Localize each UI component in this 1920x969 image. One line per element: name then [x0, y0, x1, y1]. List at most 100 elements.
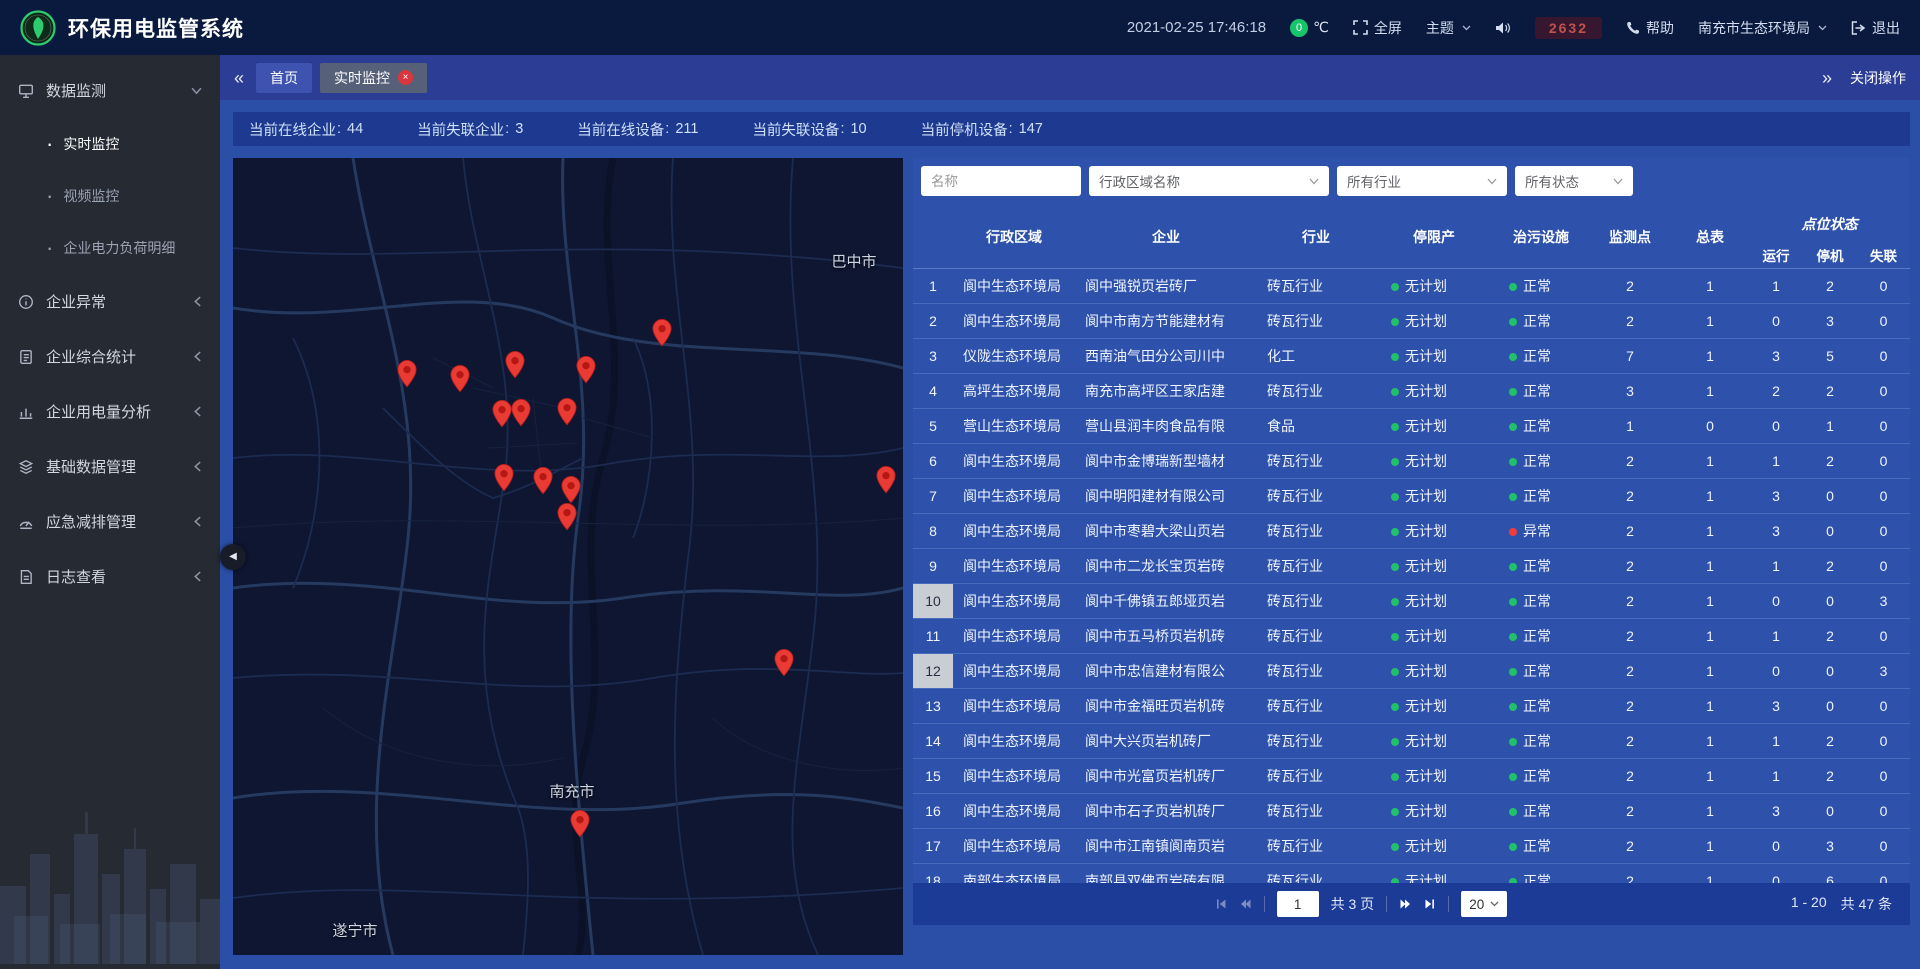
analysis-icon [18, 404, 34, 420]
table-row[interactable]: 13 阆中生态环境局 阆中市金福旺页岩机砖 砖瓦行业 无计划 正常 2 1 3 … [913, 688, 1910, 723]
region-filter-select[interactable]: 行政区域名称 [1089, 166, 1329, 196]
tab-close-icon[interactable]: × [398, 70, 413, 85]
sidebar-group-3[interactable]: 企业用电量分析 [0, 384, 220, 439]
cell-lost: 0 [1857, 548, 1910, 583]
industry-filter-select[interactable]: 所有行业 [1337, 166, 1507, 196]
page-size-select[interactable]: 20 [1461, 891, 1507, 917]
help-button[interactable]: 帮助 [1626, 18, 1674, 38]
map-pin-icon[interactable] [557, 398, 578, 426]
col-industry: 行业 [1257, 206, 1375, 268]
cell-facility: 正常 [1493, 758, 1589, 793]
limit-text: 无计划 [1405, 488, 1447, 504]
cell-lost: 0 [1857, 618, 1910, 653]
cell-index: 12 [913, 653, 953, 688]
cell-index: 5 [913, 408, 953, 443]
map-pin-icon[interactable] [570, 810, 591, 838]
map-pin-icon[interactable] [397, 360, 418, 388]
cell-industry: 砖瓦行业 [1257, 478, 1375, 513]
status-filter-select[interactable]: 所有状态 [1515, 166, 1633, 196]
last-page-button[interactable] [1424, 898, 1436, 910]
status-dot-icon [1391, 493, 1399, 501]
announcement-icon[interactable] [1495, 21, 1511, 35]
table-row[interactable]: 6 阆中生态环境局 阆中市金博瑞新型墙材 砖瓦行业 无计划 正常 2 1 1 2… [913, 443, 1910, 478]
tab-1[interactable]: 实时监控 × [320, 63, 427, 93]
cell-run: 1 [1749, 618, 1803, 653]
table-row[interactable]: 10 阆中生态环境局 阆中千佛镇五郎垭页岩 砖瓦行业 无计划 正常 2 1 0 … [913, 583, 1910, 618]
col-stop: 停机 [1803, 242, 1857, 268]
table-row[interactable]: 3 仪陇生态环境局 西南油气田分公司川中 化工 无计划 正常 7 1 3 5 0 [913, 338, 1910, 373]
cell-stop: 0 [1803, 653, 1857, 688]
cell-stop: 0 [1803, 688, 1857, 723]
table-row[interactable]: 4 高坪生态环境局 南充市高坪区王家店建 砖瓦行业 无计划 正常 3 1 2 2… [913, 373, 1910, 408]
next-page-button[interactable] [1399, 898, 1412, 910]
cell-industry: 砖瓦行业 [1257, 548, 1375, 583]
table-row[interactable]: 8 阆中生态环境局 阆中市枣碧大梁山页岩 砖瓦行业 无计划 异常 2 1 3 0… [913, 513, 1910, 548]
map-collapse-button[interactable]: ◀ [220, 544, 246, 570]
page-number-input[interactable] [1277, 891, 1319, 917]
status-dot-icon [1509, 773, 1517, 781]
cell-meter: 1 [1671, 478, 1749, 513]
map-pin-icon[interactable] [450, 365, 471, 393]
map-pin-icon[interactable] [511, 399, 532, 427]
table-row[interactable]: 9 阆中生态环境局 阆中市二龙长宝页岩砖 砖瓦行业 无计划 正常 2 1 1 2… [913, 548, 1910, 583]
table-row[interactable]: 11 阆中生态环境局 阆中市五马桥页岩机砖 砖瓦行业 无计划 正常 2 1 1 … [913, 618, 1910, 653]
theme-dropdown[interactable]: 主题 [1426, 18, 1471, 38]
map-pin-icon[interactable] [652, 319, 673, 347]
sidebar-item[interactable]: · 实时监控 [0, 118, 220, 170]
prev-page-button[interactable] [1239, 898, 1252, 910]
cell-region: 阆中生态环境局 [953, 303, 1075, 338]
table-row[interactable]: 17 阆中生态环境局 阆中市江南镇阆南页岩 砖瓦行业 无计划 正常 2 1 0 … [913, 828, 1910, 863]
map-pin-icon[interactable] [492, 400, 513, 428]
sidebar-group-0[interactable]: 数据监测 [0, 63, 220, 118]
sidebar-item[interactable]: · 企业电力负荷明细 [0, 222, 220, 274]
map-pin-icon[interactable] [533, 467, 554, 495]
sidebar-group-5[interactable]: 应急减排管理 [0, 494, 220, 549]
sidebar-group-1[interactable]: 企业异常 [0, 274, 220, 329]
map-pin-icon[interactable] [494, 464, 515, 492]
name-filter-input[interactable] [921, 166, 1081, 196]
cell-stop: 3 [1803, 828, 1857, 863]
table-row[interactable]: 2 阆中生态环境局 阆中市南方节能建材有 砖瓦行业 无计划 正常 2 1 0 3… [913, 303, 1910, 338]
tabs-scroll-left-button[interactable]: « [234, 69, 244, 87]
status-dot-icon [1509, 703, 1517, 711]
stat-label: 当前在线企业 [249, 119, 336, 140]
table-row[interactable]: 16 阆中生态环境局 阆中市石子页岩机砖厂 砖瓦行业 无计划 正常 2 1 3 … [913, 793, 1910, 828]
org-dropdown[interactable]: 南充市生态环境局 [1698, 18, 1827, 38]
table-row[interactable]: 7 阆中生态环境局 阆中明阳建材有限公司 砖瓦行业 无计划 正常 2 1 3 0… [913, 478, 1910, 513]
table-row[interactable]: 12 阆中生态环境局 阆中市忠信建材有限公 砖瓦行业 无计划 正常 2 1 0 … [913, 653, 1910, 688]
sidebar: 数据监测 · 实时监控 · 视频监控 · 企业电力负荷明细 企业异常 企业综合统… [0, 55, 220, 969]
first-page-button[interactable] [1215, 898, 1227, 910]
sidebar-group-label: 基础数据管理 [46, 456, 136, 477]
col-meter: 总表 [1671, 206, 1749, 268]
map-pin-icon[interactable] [576, 356, 597, 384]
sidebar-group-2[interactable]: 企业综合统计 [0, 329, 220, 384]
table-row[interactable]: 14 阆中生态环境局 阆中大兴页岩机砖厂 砖瓦行业 无计划 正常 2 1 1 2… [913, 723, 1910, 758]
map-pin-icon[interactable] [774, 649, 795, 677]
cell-company: 阆中市金福旺页岩机砖 [1075, 688, 1257, 723]
logout-button[interactable]: 退出 [1851, 18, 1900, 38]
status-dot-icon [1509, 283, 1517, 291]
table-row[interactable]: 5 营山生态环境局 营山县润丰肉食品有限 食品 无计划 正常 1 0 0 1 0 [913, 408, 1910, 443]
map-pin-icon[interactable] [561, 476, 582, 504]
cell-points: 2 [1589, 513, 1671, 548]
tab-0[interactable]: 首页 [256, 63, 312, 93]
status-dot-icon [1391, 423, 1399, 431]
map-pin-icon[interactable] [557, 503, 578, 531]
chevron-left-icon [194, 461, 202, 472]
sidebar-group-4[interactable]: 基础数据管理 [0, 439, 220, 494]
cell-index: 11 [913, 618, 953, 653]
emergency-icon [18, 514, 34, 530]
fullscreen-button[interactable]: 全屏 [1353, 18, 1402, 38]
cell-run: 2 [1749, 373, 1803, 408]
status-dot-icon [1509, 843, 1517, 851]
cell-meter: 1 [1671, 338, 1749, 373]
close-operations-button[interactable]: 关闭操作 [1850, 68, 1906, 88]
map-pin-icon[interactable] [876, 466, 897, 494]
sidebar-group-6[interactable]: 日志查看 [0, 549, 220, 604]
tabs-scroll-right-button[interactable]: » [1822, 69, 1832, 87]
sidebar-item[interactable]: · 视频监控 [0, 170, 220, 222]
map-pin-icon[interactable] [505, 351, 526, 379]
table-row[interactable]: 1 阆中生态环境局 阆中强锐页岩砖厂 砖瓦行业 无计划 正常 2 1 1 2 0 [913, 268, 1910, 303]
map-panel[interactable]: ◀ 巴中市南充市遂宁市 [233, 158, 903, 955]
table-row[interactable]: 15 阆中生态环境局 阆中市光富页岩机砖厂 砖瓦行业 无计划 正常 2 1 1 … [913, 758, 1910, 793]
